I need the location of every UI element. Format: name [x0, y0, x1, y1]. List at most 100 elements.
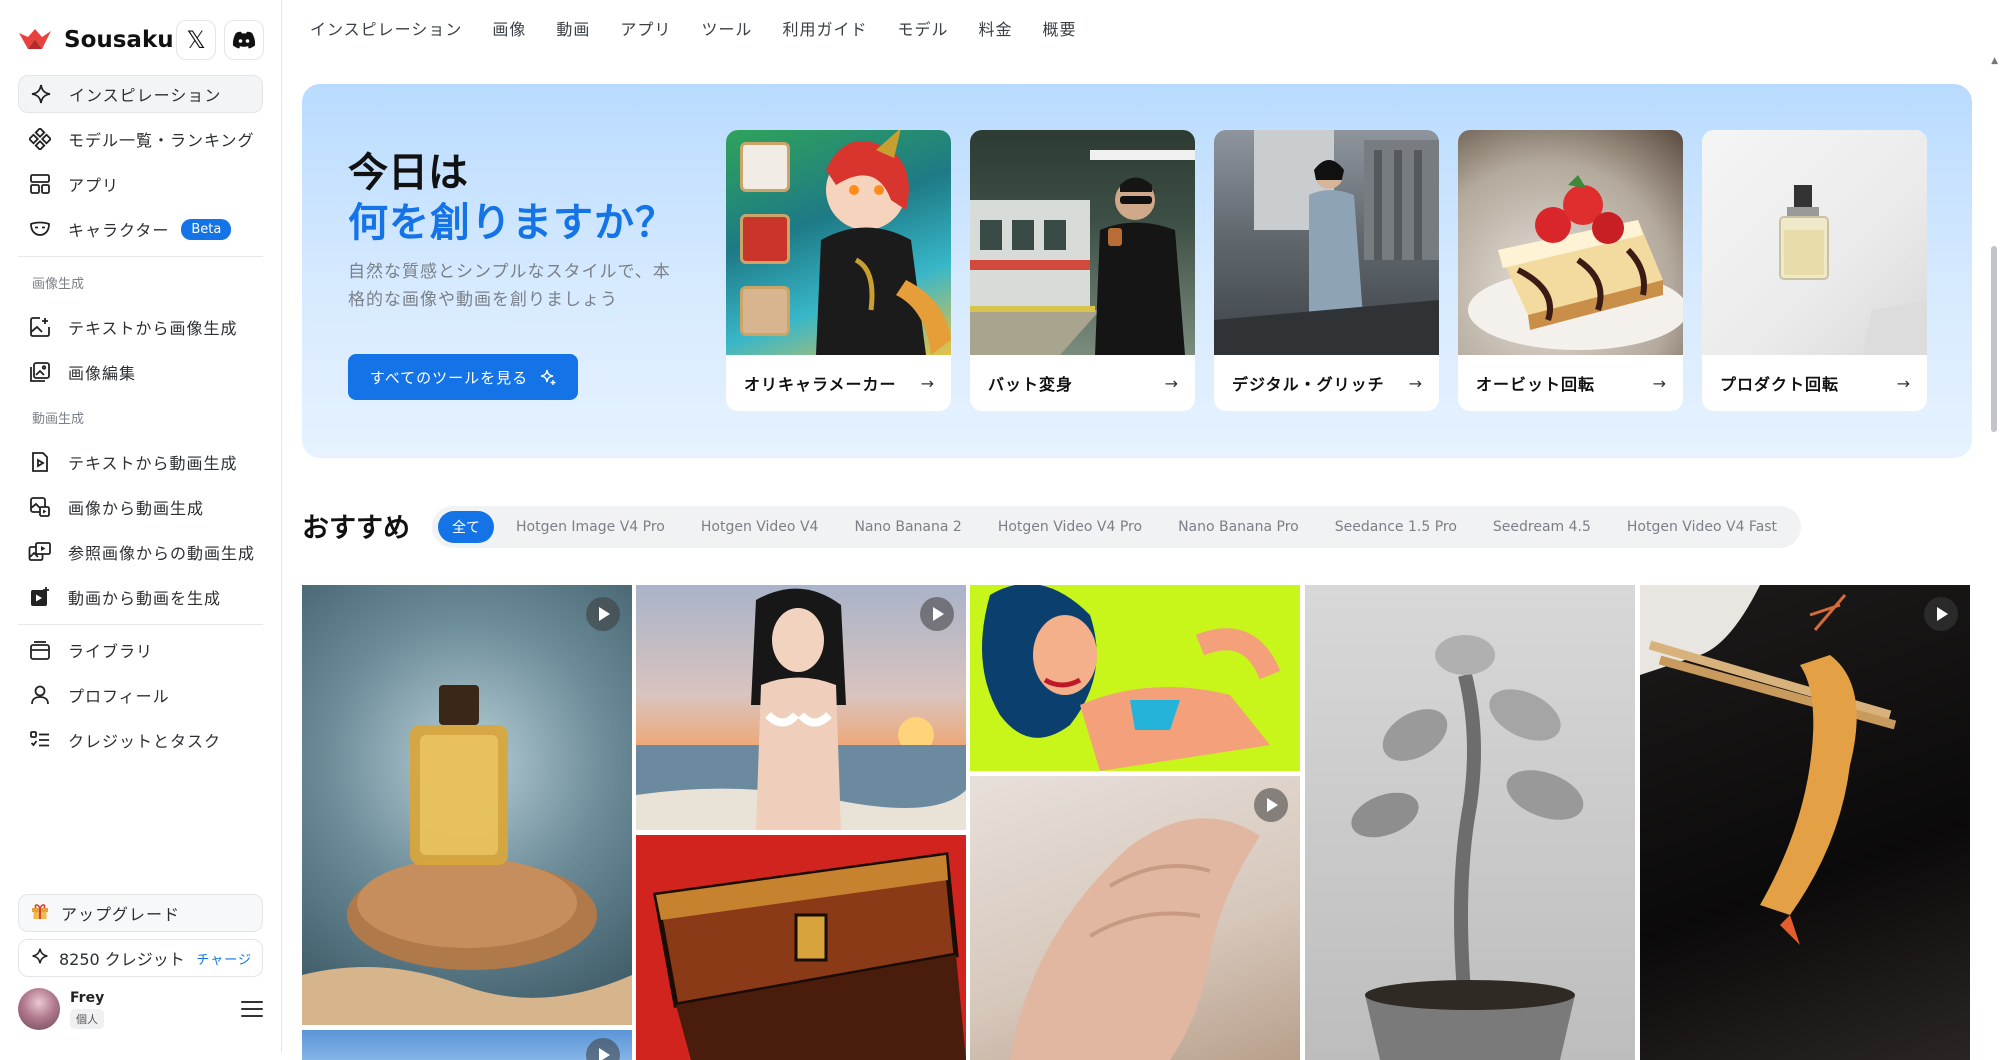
- topnav-tools[interactable]: ツール: [701, 16, 752, 40]
- gallery-tile[interactable]: [302, 585, 632, 1025]
- hero-banner: 今日は 何を創りますか？ 自然な質感とシンプルなスタイルで、本格的な画像や動画を…: [302, 84, 1972, 458]
- sidebar-item-character[interactable]: キャラクター Beta: [18, 210, 263, 248]
- sidebar-item-apps[interactable]: アプリ: [18, 165, 263, 203]
- sidebar-item-text-to-image[interactable]: テキストから画像生成: [18, 308, 263, 346]
- topnav-about[interactable]: 概要: [1042, 16, 1076, 40]
- credits-panel: 8250 クレジット チャージ: [18, 939, 263, 977]
- charge-link[interactable]: チャージ: [196, 949, 252, 968]
- tool-card-digital-glitch[interactable]: デジタル・グリッチ →: [1214, 130, 1439, 411]
- arrow-right-icon: →: [1896, 373, 1911, 393]
- sidebar-item-video-to-video[interactable]: 動画から動画を生成: [18, 578, 263, 616]
- hero-description: 自然な質感とシンプルなスタイルで、本格的な画像や動画を創りましょう: [348, 262, 671, 310]
- chip-nano-banana-pro[interactable]: Nano Banana Pro: [1160, 511, 1317, 543]
- chip-seedance-1-5-pro[interactable]: Seedance 1.5 Pro: [1317, 511, 1475, 543]
- gallery-tile[interactable]: [302, 1030, 632, 1060]
- hamburger-menu-icon[interactable]: [241, 1001, 263, 1017]
- chip-hotgen-video-v4-fast[interactable]: Hotgen Video V4 Fast: [1609, 511, 1795, 543]
- sidebar-item-label: テキストから動画生成: [68, 454, 238, 473]
- brand[interactable]: Sousaku: [18, 20, 174, 60]
- sidebar-item-credits-tasks[interactable]: クレジットとタスク: [18, 721, 263, 759]
- user-menu[interactable]: Frey 個人: [18, 984, 263, 1034]
- topnav-video[interactable]: 動画: [556, 16, 590, 40]
- tool-card-bat-transform[interactable]: バット変身 →: [970, 130, 1195, 411]
- top-navigation: インスピレーション 画像 動画 アプリ ツール 利用ガイド モデル 料金 概要: [310, 16, 1077, 40]
- all-tools-button[interactable]: すべてのツールを見る: [348, 354, 578, 400]
- chip-hotgen-video-v4-pro[interactable]: Hotgen Video V4 Pro: [980, 511, 1160, 543]
- play-icon: [586, 1038, 620, 1060]
- sidebar-item-label: ライブラリ: [68, 642, 154, 661]
- sparkles-icon: [541, 369, 556, 385]
- chip-nano-banana-2[interactable]: Nano Banana 2: [836, 511, 979, 543]
- product-rotate-thumbnail: [1702, 130, 1927, 355]
- tool-card-label: オリキャラメーカー: [744, 375, 897, 394]
- group-label-image: 画像生成: [32, 277, 85, 292]
- sidebar: Sousaku 𝕏 インスピレーション モデル一覧・ランキング アプリ キャラク…: [0, 0, 282, 1053]
- tool-card-character-maker[interactable]: オリキャラメーカー →: [726, 130, 951, 411]
- x-social-button[interactable]: 𝕏: [176, 20, 216, 60]
- divider: [18, 256, 263, 257]
- model-grid-icon: [26, 125, 54, 153]
- chip-hotgen-video-v4[interactable]: Hotgen Video V4: [683, 511, 837, 543]
- sidebar-item-models[interactable]: モデル一覧・ランキング: [18, 120, 263, 158]
- profile-icon: [26, 681, 54, 709]
- apps-icon: [26, 170, 54, 198]
- gallery-tile[interactable]: [636, 835, 966, 1060]
- gallery-tile[interactable]: [1640, 585, 1970, 1060]
- recommended-title: おすすめ: [302, 513, 410, 544]
- character-maker-thumbnail: [726, 130, 951, 355]
- arrow-right-icon: →: [1652, 373, 1667, 393]
- topnav-models[interactable]: モデル: [897, 16, 948, 40]
- play-icon: [920, 597, 954, 631]
- play-icon: [1254, 788, 1288, 822]
- divider: [18, 624, 263, 625]
- sidebar-item-image-to-video[interactable]: 画像から動画生成: [18, 488, 263, 526]
- sidebar-item-profile[interactable]: プロフィール: [18, 676, 263, 714]
- gallery-tile[interactable]: [636, 585, 966, 830]
- chip-all[interactable]: 全て: [438, 511, 494, 543]
- digital-glitch-thumbnail: [1214, 130, 1439, 355]
- gallery-tile[interactable]: [970, 776, 1300, 1060]
- sidebar-item-image-edit[interactable]: 画像編集: [18, 353, 263, 391]
- topnav-inspiration[interactable]: インスピレーション: [310, 16, 462, 40]
- topnav-apps[interactable]: アプリ: [620, 16, 671, 40]
- sidebar-item-label: 参照画像からの動画生成: [68, 544, 256, 563]
- play-icon: [1924, 597, 1958, 631]
- topnav-image[interactable]: 画像: [492, 16, 526, 40]
- tool-card-orbit-rotate[interactable]: オービット回転 →: [1458, 130, 1683, 411]
- chip-seedream-4-5[interactable]: Seedream 4.5: [1475, 511, 1609, 543]
- all-tools-label: すべてのツールを見る: [369, 368, 529, 387]
- scrollbar-thumb[interactable]: [1991, 246, 1997, 432]
- sidebar-item-inspiration[interactable]: インスピレーション: [18, 75, 263, 113]
- sidebar-item-library[interactable]: ライブラリ: [18, 631, 263, 669]
- play-icon: [586, 597, 620, 631]
- sidebar-item-reference-video[interactable]: 参照画像からの動画生成: [18, 533, 263, 571]
- arrow-right-icon: →: [920, 373, 935, 393]
- sidebar-item-label: キャラクター: [68, 221, 170, 240]
- model-filter-chips: 全て Hotgen Image V4 Pro Hotgen Video V4 N…: [432, 506, 1802, 548]
- beta-badge: Beta: [181, 218, 232, 240]
- discord-social-button[interactable]: [224, 20, 264, 60]
- arrow-right-icon: →: [1164, 373, 1179, 393]
- tool-card-product-rotate[interactable]: プロダクト回転 →: [1702, 130, 1927, 411]
- user-name: Frey: [70, 989, 105, 1006]
- bat-transform-thumbnail: [970, 130, 1195, 355]
- scroll-up-icon[interactable]: ▲: [1991, 56, 1998, 66]
- tasks-icon: [26, 726, 54, 754]
- credits-balance: 8250 クレジット: [59, 950, 185, 969]
- sidebar-item-text-to-video[interactable]: テキストから動画生成: [18, 443, 263, 481]
- video-to-video-icon: [26, 583, 54, 611]
- gallery-tile[interactable]: [970, 585, 1300, 771]
- sparkle-icon: [27, 80, 55, 108]
- sidebar-item-label: 画像編集: [68, 364, 137, 383]
- tool-card-label: デジタル・グリッチ: [1232, 375, 1385, 394]
- discord-icon: [232, 31, 256, 49]
- upgrade-button[interactable]: アップグレード: [18, 894, 263, 932]
- page-scrollbar[interactable]: ▲: [1988, 0, 2000, 1053]
- text-to-video-icon: [26, 448, 54, 476]
- sidebar-item-label: プロフィール: [68, 687, 170, 706]
- gallery-tile[interactable]: [1305, 585, 1635, 1060]
- chip-hotgen-image-v4-pro[interactable]: Hotgen Image V4 Pro: [498, 511, 683, 543]
- sidebar-item-label: 画像から動画生成: [68, 499, 205, 518]
- topnav-guide[interactable]: 利用ガイド: [782, 16, 867, 40]
- topnav-pricing[interactable]: 料金: [978, 16, 1012, 40]
